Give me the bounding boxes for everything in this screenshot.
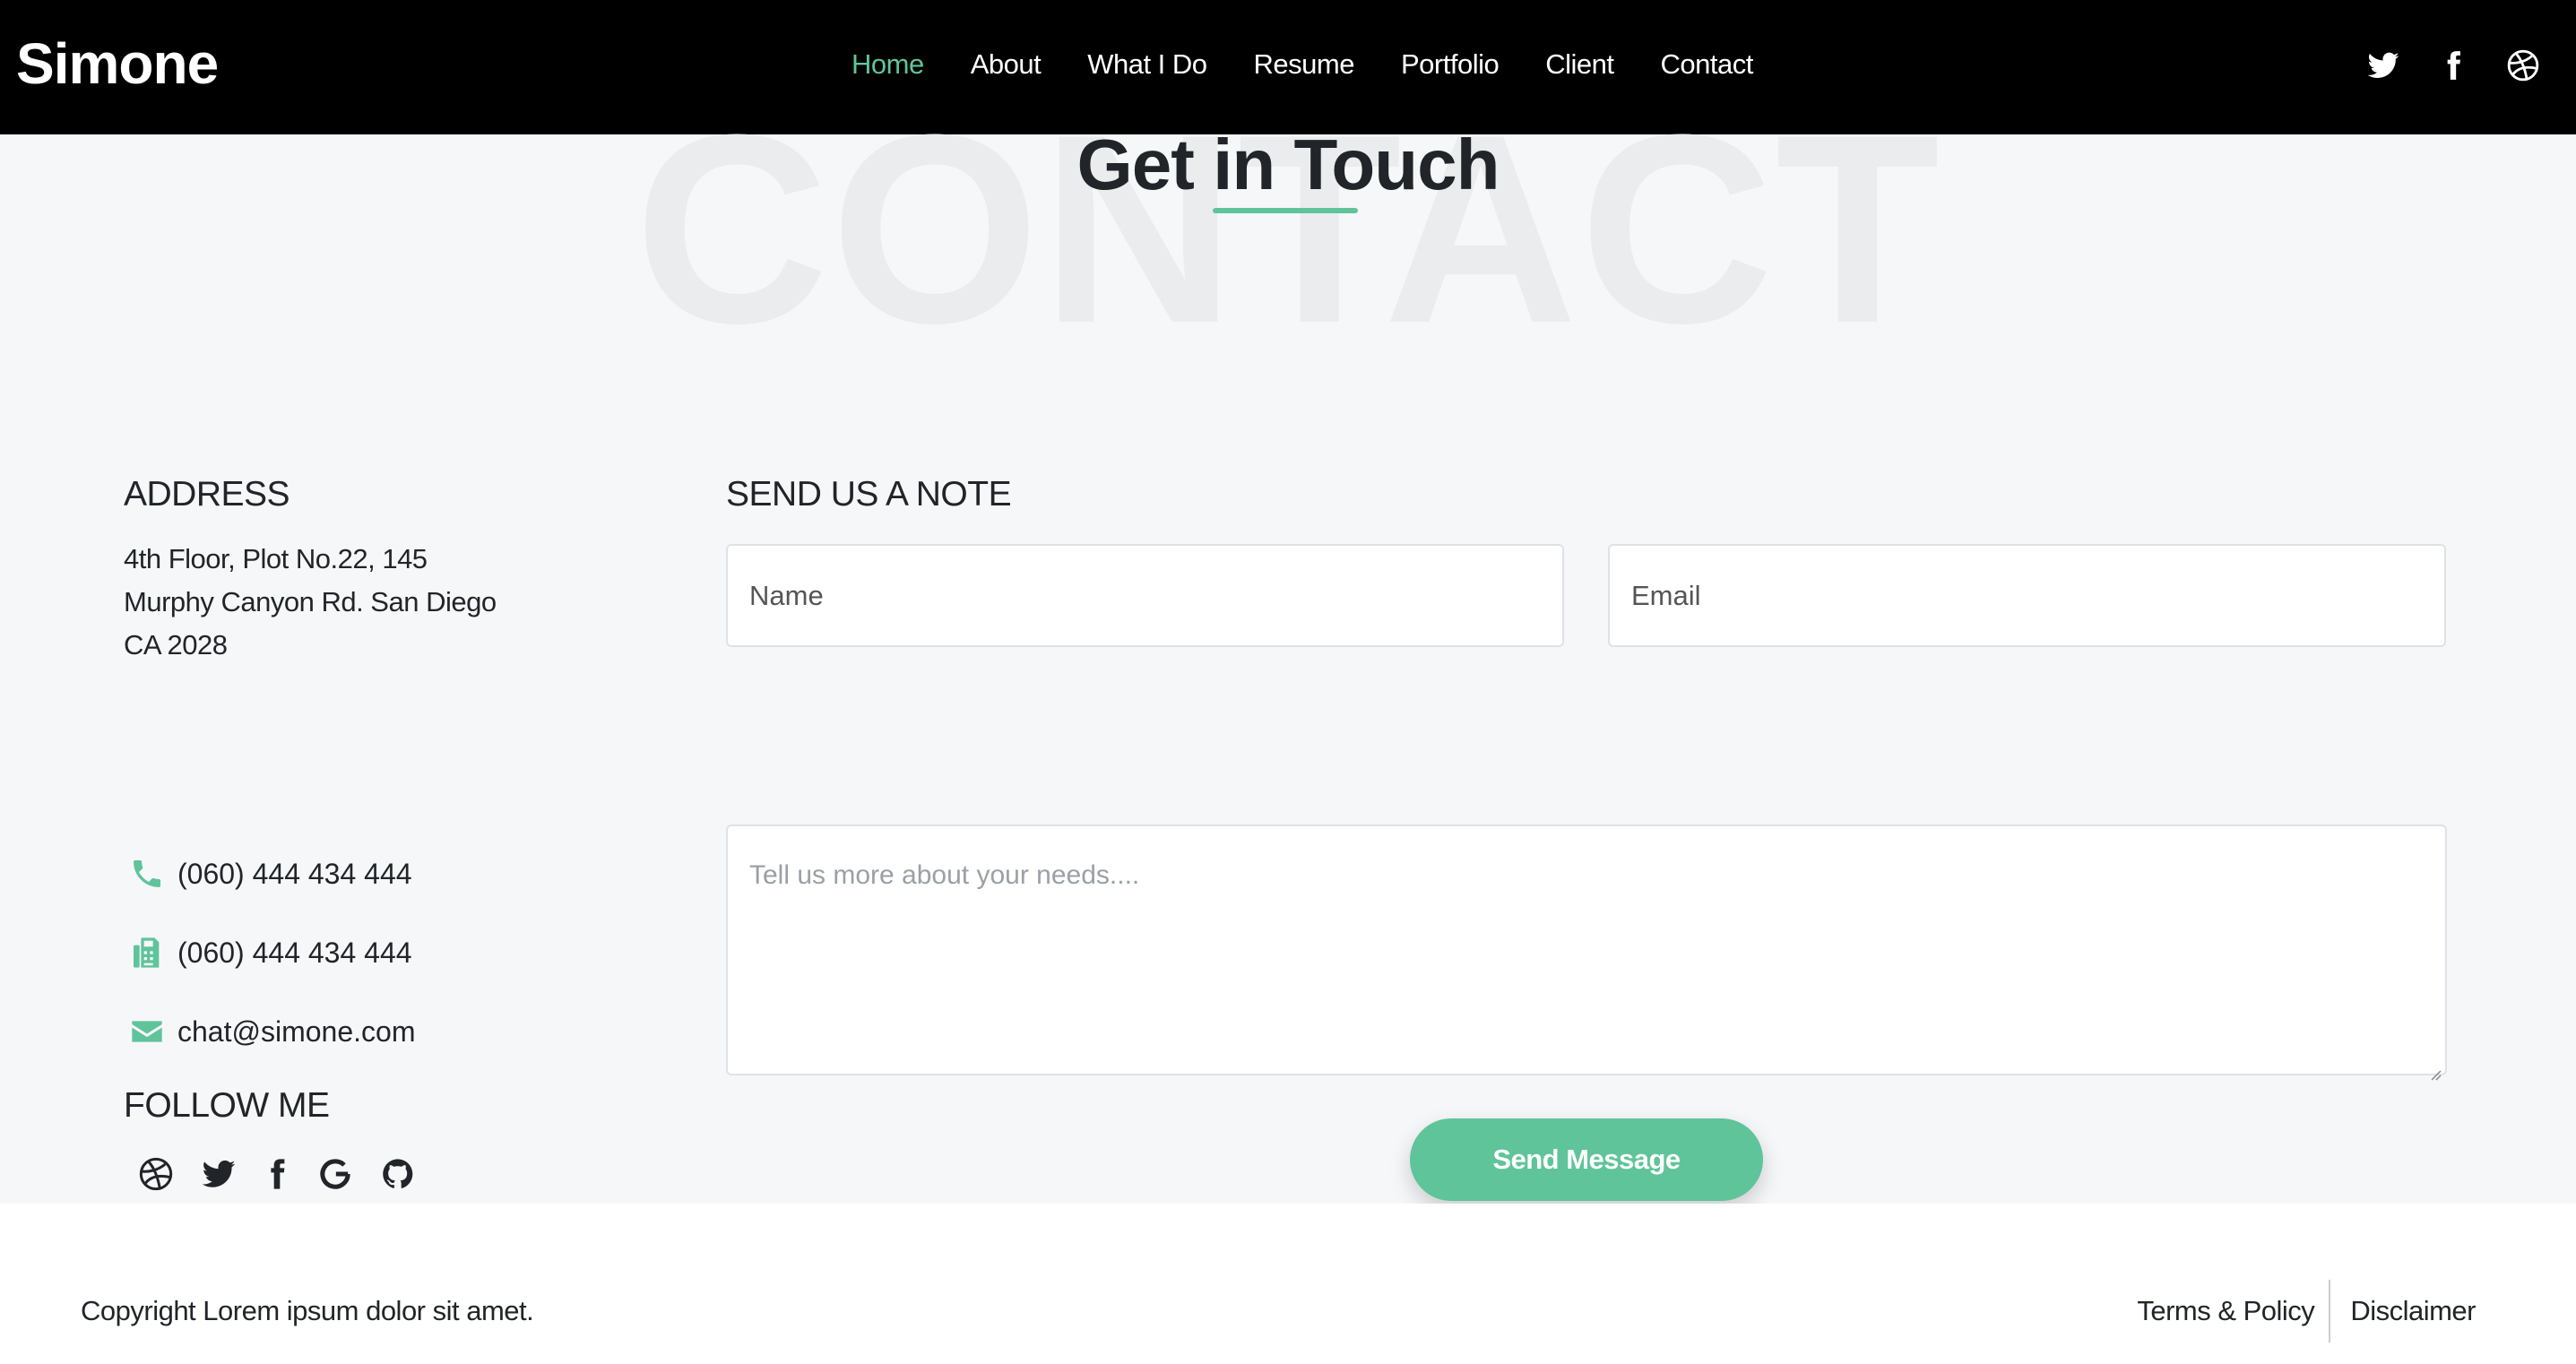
contact-form: SEND US A NOTE Name Email Tell us more a… <box>726 475 2447 1201</box>
address-line: Murphy Canyon Rd. San Diego <box>124 586 497 617</box>
footer-divider <box>2329 1280 2331 1342</box>
nav-item-contact[interactable]: Contact <box>1660 48 1753 81</box>
title-underline <box>1213 208 1358 213</box>
address-line: 4th Floor, Plot No.22, 145 <box>124 543 428 574</box>
twitter-icon[interactable] <box>201 1156 237 1192</box>
address-line: CA 2028 <box>124 629 228 660</box>
main-nav: Home About What I Do Resume Portfolio Cl… <box>851 48 1800 81</box>
nav-item-resume[interactable]: Resume <box>1254 48 1355 81</box>
twitter-icon[interactable] <box>2366 48 2400 82</box>
header-social-icons <box>2366 48 2540 82</box>
fax-row: (060) 444 434 444 <box>124 935 412 971</box>
dribbble-icon[interactable] <box>138 1156 174 1192</box>
phone-icon <box>129 856 165 892</box>
phone-row: (060) 444 434 444 <box>124 856 412 892</box>
facebook-icon[interactable] <box>264 1156 290 1192</box>
form-heading: SEND US A NOTE <box>726 475 1012 514</box>
address-heading: ADDRESS <box>124 475 290 514</box>
address-column: ADDRESS 4th Floor, Plot No.22, 145 Murph… <box>124 475 661 1191</box>
nav-item-portfolio[interactable]: Portfolio <box>1401 48 1500 81</box>
fax-number: (060) 444 434 444 <box>177 936 412 969</box>
facebook-icon[interactable] <box>2436 48 2470 82</box>
footer-links: Terms & Policy Disclaimer <box>2137 1280 2476 1342</box>
follow-heading: FOLLOW ME <box>124 1086 330 1125</box>
nav-item-client[interactable]: Client <box>1545 48 1614 81</box>
terms-policy-link[interactable]: Terms & Policy <box>2137 1295 2314 1327</box>
send-message-button[interactable]: Send Message <box>1410 1118 1763 1201</box>
message-textarea[interactable]: Tell us more about your needs.... <box>726 824 2447 1081</box>
section-title: Get in Touch <box>1076 125 1500 204</box>
copyright-text: Copyright Lorem ipsum dolor sit amet. <box>81 1295 534 1326</box>
dribbble-icon[interactable] <box>2506 48 2540 82</box>
email-row: chat@simone.com <box>124 1014 415 1049</box>
disclaimer-link[interactable]: Disclaimer <box>2350 1295 2476 1327</box>
message-placeholder: Tell us more about your needs.... <box>749 860 1140 890</box>
phone-number[interactable]: (060) 444 434 444 <box>177 858 412 891</box>
nav-item-about[interactable]: About <box>971 48 1042 81</box>
social-links <box>138 1156 416 1192</box>
envelope-icon <box>129 1014 165 1049</box>
github-icon[interactable] <box>380 1156 416 1192</box>
fax-icon <box>129 935 165 971</box>
brand-logo[interactable]: Simone <box>16 30 219 97</box>
google-icon[interactable] <box>317 1156 353 1192</box>
email-address[interactable]: chat@simone.com <box>177 1015 415 1049</box>
name-input[interactable]: Name <box>726 544 1564 647</box>
nav-item-home[interactable]: Home <box>851 48 924 81</box>
site-footer: Copyright Lorem ipsum dolor sit amet. Te… <box>0 1204 2576 1364</box>
address-text: 4th Floor, Plot No.22, 145 Murphy Canyon… <box>124 538 661 667</box>
nav-item-what-i-do[interactable]: What I Do <box>1087 48 1207 81</box>
contact-section: CONTACT Get in Touch ADDRESS 4th Floor, … <box>0 94 2576 1204</box>
resize-handle-icon[interactable] <box>2429 1058 2442 1081</box>
email-input[interactable]: Email <box>1608 544 2446 647</box>
